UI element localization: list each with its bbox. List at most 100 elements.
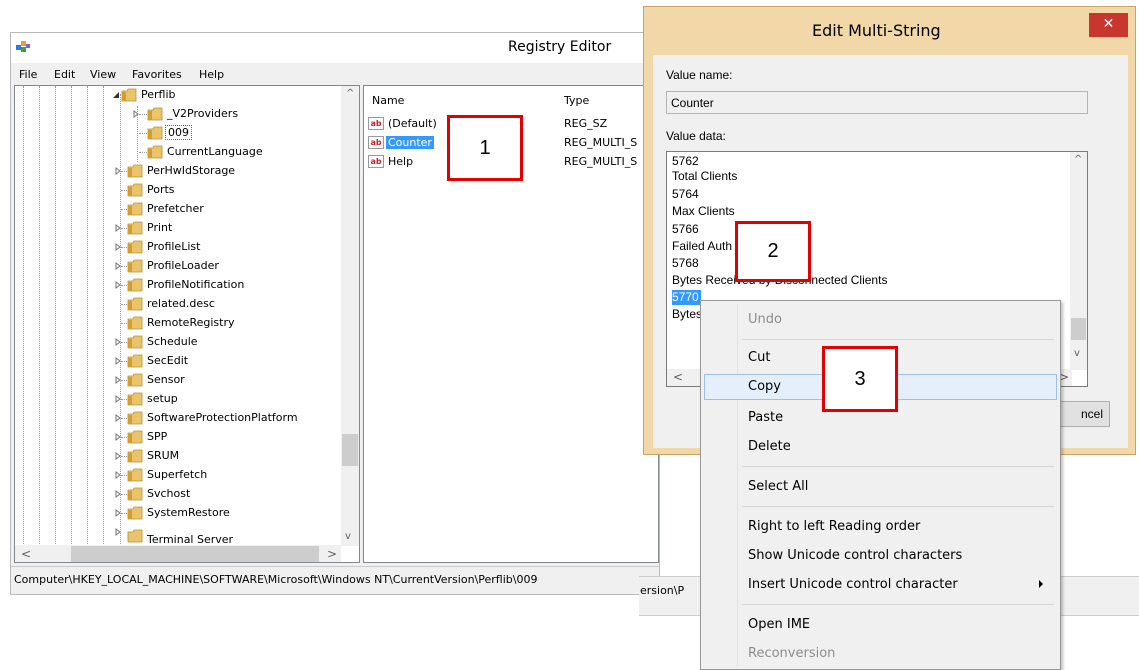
menu-view[interactable]: View — [90, 68, 116, 81]
tree-item-label: Perflib — [141, 88, 176, 101]
folder-icon — [147, 126, 163, 140]
menu-item-label: Undo — [748, 312, 782, 327]
menu-help[interactable]: Help — [199, 68, 224, 81]
value-name-text: Counter — [671, 96, 714, 110]
value-data-line: 5764 — [672, 187, 699, 201]
folder-icon — [127, 259, 143, 273]
menu-separator — [742, 339, 1054, 340]
scroll-down-icon[interactable]: v — [1074, 348, 1080, 359]
menu-item-rtl-reading-order[interactable]: Right to left Reading order — [704, 514, 1057, 540]
tree-item-srum[interactable]: SRUM — [15, 447, 335, 466]
collapse-arrow-icon[interactable] — [112, 91, 120, 99]
menu-item-reconversion[interactable]: Reconversion — [704, 641, 1057, 667]
registry-editor-window: Registry Editor File Edit View Favorites… — [10, 32, 660, 595]
tree-item-softwareprotectionplatform[interactable]: SoftwareProtectionPlatform — [15, 409, 335, 428]
column-type-header[interactable]: Type — [564, 94, 589, 107]
tree-item-label: Svchost — [147, 487, 191, 500]
tree-item-label: RemoteRegistry — [147, 316, 235, 329]
tree-item-terminal-server[interactable]: Terminal Server — [15, 523, 335, 545]
tree-item-spp[interactable]: SPP — [15, 428, 335, 447]
folder-icon — [147, 145, 163, 159]
tree-item-label: related.desc — [147, 297, 215, 310]
menu-item-label: Insert Unicode control character — [748, 577, 958, 592]
scroll-up-icon[interactable]: ^ — [1074, 154, 1082, 165]
folder-icon — [127, 506, 143, 520]
tree-item-svchost[interactable]: Svchost — [15, 485, 335, 504]
column-name-header[interactable]: Name — [372, 94, 404, 107]
tree-item-sensor[interactable]: Sensor — [15, 371, 335, 390]
tree-item-systemrestore[interactable]: SystemRestore — [15, 504, 335, 523]
dialog-title-bar[interactable]: Edit Multi-String ✕ — [644, 7, 1135, 55]
folder-icon — [127, 529, 143, 543]
tree-item-ports[interactable]: Ports — [15, 181, 335, 200]
scroll-left-icon[interactable]: < — [21, 547, 31, 561]
tree-item-label: _V2Providers — [167, 107, 239, 120]
status-path: Computer\HKEY_LOCAL_MACHINE\SOFTWARE\Mic… — [14, 573, 538, 586]
close-button[interactable]: ✕ — [1089, 13, 1128, 37]
annotation-box-3: 3 — [822, 346, 898, 412]
tree-item-label: CurrentLanguage — [167, 145, 263, 158]
window-title: Registry Editor — [508, 39, 612, 55]
folder-icon — [127, 183, 143, 197]
tree-item-profilelist[interactable]: ProfileList — [15, 238, 335, 257]
expand-arrow-icon[interactable] — [114, 528, 122, 536]
menu-item-open-ime[interactable]: Open IME — [704, 612, 1057, 638]
menu-item-label: Reconversion — [748, 646, 836, 661]
folder-icon — [127, 240, 143, 254]
tree-item-profileloader[interactable]: ProfileLoader — [15, 257, 335, 276]
tree-item-related-desc[interactable]: related.desc — [15, 295, 335, 314]
folder-icon — [127, 278, 143, 292]
tree-item-print[interactable]: Print — [15, 219, 335, 238]
tree-item-profilenotification[interactable]: ProfileNotification — [15, 276, 335, 295]
menu-item-delete[interactable]: Delete — [704, 434, 1057, 460]
menu-item-show-unicode-control-chars[interactable]: Show Unicode control characters — [704, 543, 1057, 569]
registry-app-icon — [16, 41, 30, 52]
tree-item-label: Ports — [147, 183, 175, 196]
tree-item-remoteregistry[interactable]: RemoteRegistry — [15, 314, 335, 333]
menu-item-insert-unicode-control-char[interactable]: Insert Unicode control character — [704, 572, 1057, 598]
tree-item-setup[interactable]: setup — [15, 390, 335, 409]
value-data-vertical-scrollbar[interactable]: ^ v — [1070, 152, 1087, 370]
tree-item-v2providers[interactable]: _V2Providers — [15, 105, 335, 124]
folder-icon — [147, 107, 163, 121]
scroll-up-icon[interactable]: ^ — [346, 88, 354, 99]
scroll-thumb[interactable] — [1071, 318, 1086, 340]
menu-item-label: Delete — [748, 439, 791, 454]
scroll-right-icon[interactable]: > — [327, 547, 337, 561]
menu-favorites[interactable]: Favorites — [132, 68, 182, 81]
menu-item-label: Select All — [748, 479, 809, 494]
tree-item-label: SystemRestore — [147, 506, 230, 519]
menu-item-select-all[interactable]: Select All — [704, 474, 1057, 500]
tree-item-label: setup — [147, 392, 178, 405]
tree-item-superfetch[interactable]: Superfetch — [15, 466, 335, 485]
menu-item-undo[interactable]: Undo — [704, 307, 1057, 333]
menu-file[interactable]: File — [19, 68, 37, 81]
scroll-thumb[interactable] — [71, 546, 319, 562]
value-data-line: 5762 — [672, 154, 699, 168]
tree-item-secedit[interactable]: SecEdit — [15, 352, 335, 371]
folder-icon — [127, 297, 143, 311]
tree-connector — [139, 114, 147, 115]
tree-item-perflib[interactable]: Perflib — [15, 86, 335, 105]
tree-item-schedule[interactable]: Schedule — [15, 333, 335, 352]
menu-edit[interactable]: Edit — [54, 68, 75, 81]
tree-vertical-scrollbar[interactable]: ^ v — [341, 86, 359, 546]
scroll-down-icon[interactable]: v — [345, 531, 351, 542]
tree-item-label: PerHwIdStorage — [147, 164, 236, 177]
menu-item-label: Copy — [748, 379, 781, 394]
close-icon: ✕ — [1102, 16, 1115, 32]
tree-item-currentlanguage[interactable]: CurrentLanguage — [15, 143, 335, 162]
key-tree[interactable]: Perflib _V2Providers 009 CurrentLanguage… — [14, 85, 360, 563]
tree-connector — [139, 133, 147, 134]
tree-item-prefetcher[interactable]: Prefetcher — [15, 200, 335, 219]
scroll-thumb[interactable] — [342, 434, 358, 466]
menu-separator — [742, 506, 1054, 507]
value-name-field[interactable]: Counter — [666, 91, 1088, 114]
dialog-title: Edit Multi-String — [812, 21, 941, 40]
string-value-icon: ab — [368, 117, 384, 130]
scroll-left-icon[interactable]: < — [673, 370, 683, 384]
tree-item-009[interactable]: 009 — [15, 124, 335, 143]
tree-item-perhwidstorage[interactable]: PerHwIdStorage — [15, 162, 335, 181]
tree-horizontal-scrollbar[interactable]: < > — [15, 545, 341, 562]
tree-item-label: Sensor — [147, 373, 185, 386]
